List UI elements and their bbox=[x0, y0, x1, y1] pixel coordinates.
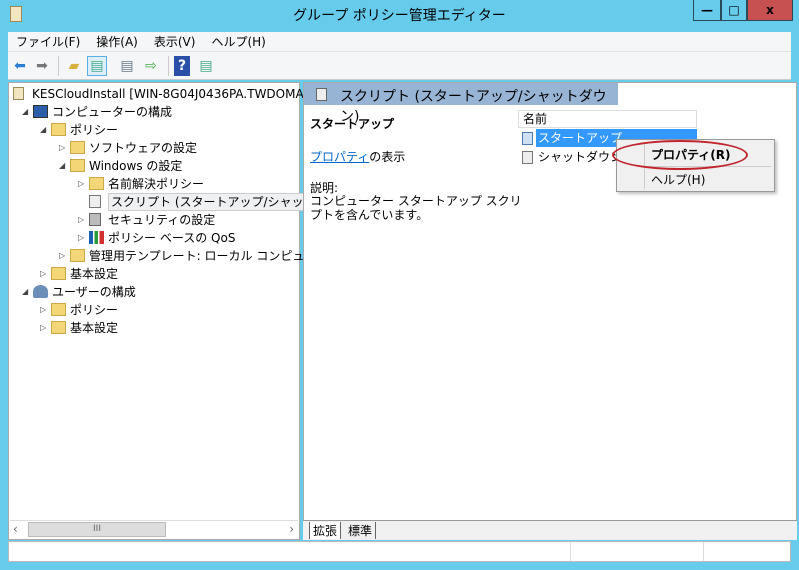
tree-item[interactable]: ▷ セキュリティの設定 bbox=[9, 211, 299, 229]
folder-icon bbox=[51, 303, 66, 316]
menu-action[interactable]: 操作(A) bbox=[88, 32, 146, 51]
link-suffix: の表示 bbox=[369, 150, 406, 164]
highlight-ellipse bbox=[612, 140, 748, 170]
menu-bar: ファイル(F) 操作(A) 表示(V) ヘルプ(H) bbox=[8, 32, 791, 52]
tree-item-label: ポリシー ベースの QoS bbox=[108, 231, 236, 245]
tree-item[interactable]: ▷ 基本設定 bbox=[9, 265, 299, 283]
properties-link[interactable]: プロパティ bbox=[310, 150, 369, 164]
help-icon[interactable]: ? bbox=[174, 56, 190, 76]
collapse-arrow-icon[interactable]: ◢ bbox=[40, 121, 50, 139]
collapse-arrow-icon[interactable]: ◢ bbox=[22, 103, 32, 121]
folder-icon bbox=[51, 321, 66, 334]
tree-item-label: 名前解決ポリシー bbox=[108, 177, 205, 191]
chart-icon bbox=[89, 231, 104, 244]
tree-item[interactable]: ▷ ソフトウェアの設定 bbox=[9, 139, 299, 157]
scroll-right-arrow[interactable]: › bbox=[289, 522, 294, 536]
view-tabs: 拡張 標準 bbox=[303, 520, 797, 540]
menu-help[interactable]: ヘルプ(H) bbox=[203, 32, 273, 51]
script-icon bbox=[522, 151, 533, 164]
policy-icon bbox=[13, 87, 24, 100]
forward-icon[interactable]: ➡ bbox=[32, 56, 52, 76]
tree-item-label: コンピューターの構成 bbox=[52, 105, 173, 119]
script-icon bbox=[522, 132, 533, 145]
tree-item[interactable]: ▷ ポリシー ベースの QoS bbox=[9, 229, 299, 247]
tree-item-label: 基本設定 bbox=[70, 321, 119, 335]
description-text: コンピューター スタートアップ スクリプトを含んでいます。 bbox=[310, 194, 522, 222]
expand-arrow-icon[interactable]: ▷ bbox=[59, 139, 69, 157]
tree-item-label: KESCloudInstall [WIN-8G04J0436PA.TWDOMA bbox=[32, 87, 304, 101]
expand-arrow-icon[interactable]: ▷ bbox=[78, 211, 88, 229]
console-tree: KESCloudInstall [WIN-8G04J0436PA.TWDOMA ◢… bbox=[8, 82, 360, 540]
menu-file[interactable]: ファイル(F) bbox=[8, 32, 88, 51]
close-button[interactable]: x bbox=[747, 0, 793, 21]
up-folder-icon[interactable]: ▰ bbox=[64, 56, 84, 76]
script-icon bbox=[89, 195, 101, 208]
computer-icon bbox=[33, 105, 48, 118]
scroll-thumb[interactable]: III bbox=[28, 522, 166, 537]
folder-icon bbox=[51, 123, 66, 136]
context-menu-help[interactable]: ヘルプ(H) bbox=[651, 171, 705, 188]
collapse-arrow-icon[interactable]: ◢ bbox=[59, 157, 69, 175]
status-bar bbox=[8, 541, 791, 562]
expand-arrow-icon[interactable]: ▷ bbox=[78, 175, 88, 193]
tree-item-label: Windows の設定 bbox=[89, 159, 183, 173]
tree-item[interactable]: ▷ 名前解決ポリシー bbox=[9, 175, 299, 193]
menu-view[interactable]: 表示(V) bbox=[146, 32, 204, 51]
tree-item[interactable]: ◢ ポリシー bbox=[9, 121, 299, 139]
folder-icon bbox=[70, 159, 85, 172]
tree-item[interactable]: ◢ Windows の設定 bbox=[9, 157, 299, 175]
tree-item[interactable]: ▷ ポリシー bbox=[9, 301, 299, 319]
expand-arrow-icon[interactable]: ▷ bbox=[78, 229, 88, 247]
security-icon bbox=[89, 213, 101, 226]
app-icon bbox=[10, 6, 22, 22]
expand-arrow-icon[interactable]: ▷ bbox=[40, 301, 50, 319]
toolbar: ⬅ ➡ ▰ ▤ ▤ ⇨ ? ▤ bbox=[8, 52, 791, 80]
export-list-icon[interactable]: ⇨ bbox=[141, 56, 161, 76]
tree-item[interactable]: スクリプト (スタートアップ/シャットダウン) bbox=[9, 193, 360, 211]
show-action-pane-icon[interactable]: ▤ bbox=[196, 56, 216, 76]
tree-item[interactable]: ◢ ユーザーの構成 bbox=[9, 283, 299, 301]
tab-standard[interactable]: 標準 bbox=[345, 522, 377, 539]
expand-arrow-icon[interactable]: ▷ bbox=[59, 247, 69, 265]
folder-icon bbox=[70, 249, 85, 262]
list-item-label: シャットダウン bbox=[538, 150, 623, 164]
tree-item-label: 基本設定 bbox=[70, 267, 119, 281]
scroll-left-arrow[interactable]: ‹ bbox=[13, 522, 18, 536]
user-icon bbox=[33, 285, 48, 298]
folder-icon bbox=[51, 267, 66, 280]
script-icon bbox=[316, 88, 327, 101]
back-icon[interactable]: ⬅ bbox=[10, 56, 30, 76]
tree-item[interactable]: ◢ コンピューターの構成 bbox=[9, 103, 299, 121]
tree-item[interactable]: ▷ 管理用テンプレート: ローカル コンピューターカ bbox=[9, 247, 352, 265]
tree-item-label: ポリシー bbox=[70, 123, 119, 137]
properties-icon[interactable]: ▤ bbox=[117, 56, 137, 76]
section-title: スタートアップ bbox=[310, 117, 395, 131]
maximize-button[interactable]: □ bbox=[721, 0, 747, 21]
properties-link-line: プロパティの表示 bbox=[310, 148, 405, 165]
tab-extended[interactable]: 拡張 bbox=[309, 522, 342, 539]
expand-arrow-icon[interactable]: ▷ bbox=[40, 265, 50, 283]
window-title: グループ ポリシー管理エディター bbox=[293, 8, 506, 24]
minimize-button[interactable]: — bbox=[693, 0, 721, 21]
collapse-arrow-icon[interactable]: ◢ bbox=[22, 283, 32, 301]
tree-item-label: ソフトウェアの設定 bbox=[89, 141, 198, 155]
tree-item[interactable]: ▷ 基本設定 bbox=[9, 319, 299, 337]
folder-icon bbox=[70, 141, 85, 154]
show-hide-tree-icon[interactable]: ▤ bbox=[87, 56, 107, 76]
tree-item-label: ポリシー bbox=[70, 303, 119, 317]
tree-item[interactable]: KESCloudInstall [WIN-8G04J0436PA.TWDOMA bbox=[9, 85, 304, 103]
horizontal-scrollbar[interactable]: ‹ III › bbox=[10, 520, 298, 538]
tree-item-label: ユーザーの構成 bbox=[52, 285, 136, 299]
column-header-name[interactable]: 名前 bbox=[518, 110, 697, 128]
details-header: スクリプト (スタートアップ/シャットダウン) bbox=[304, 83, 618, 125]
expand-arrow-icon[interactable]: ▷ bbox=[40, 319, 50, 337]
tree-item-label: セキュリティの設定 bbox=[108, 213, 216, 227]
folder-icon bbox=[89, 177, 104, 190]
